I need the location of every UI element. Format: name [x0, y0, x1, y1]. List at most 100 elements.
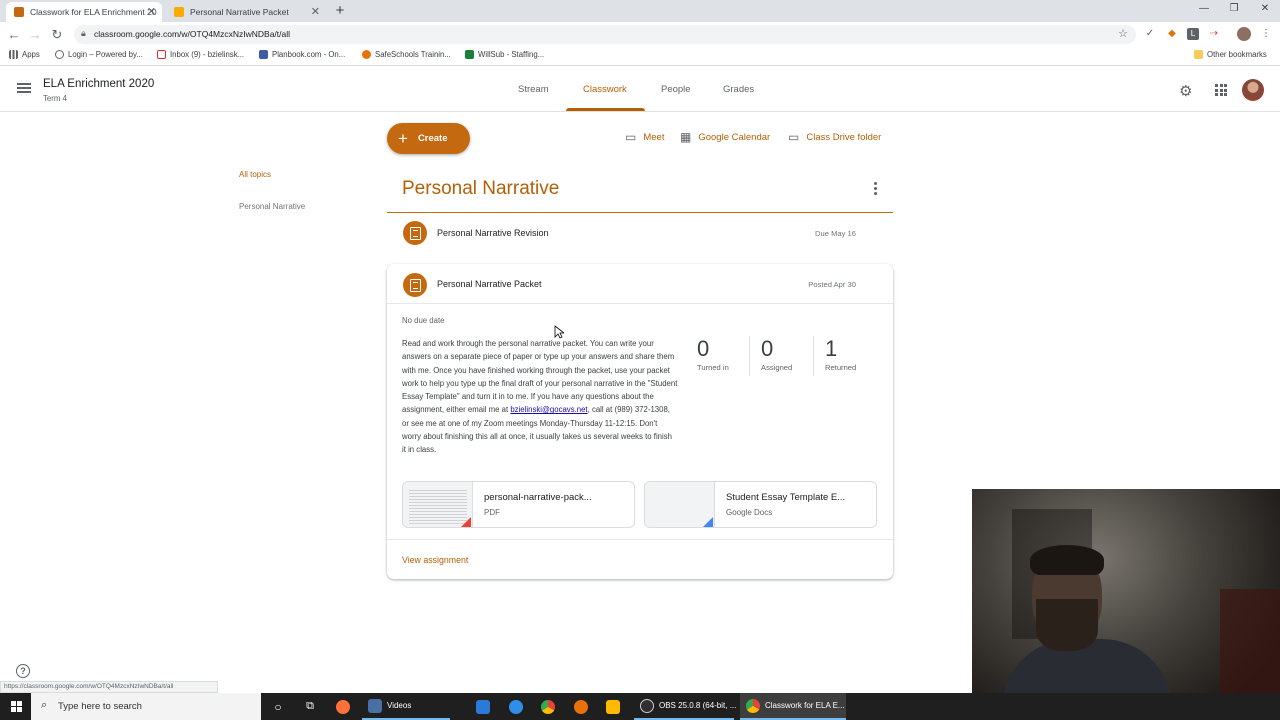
- topic-title: Personal Narrative: [402, 178, 560, 199]
- new-tab-button[interactable]: +: [332, 2, 348, 19]
- meet-label: Meet: [643, 131, 665, 143]
- windows-start-icon[interactable]: [11, 701, 22, 712]
- topic-personal-narrative[interactable]: Personal Narrative: [239, 202, 305, 211]
- bookmark-login[interactable]: Login – Powered by...: [55, 50, 143, 59]
- calendar-icon: ▦: [680, 130, 692, 144]
- address-bar[interactable]: 🔒︎ classroom.google.com/w/OTQ4MzcxNzIwND…: [74, 25, 1136, 44]
- bookmark-planbook[interactable]: Planbook.com - On...: [259, 50, 345, 59]
- profile-avatar-icon[interactable]: [1237, 27, 1251, 41]
- assignment-title-revision[interactable]: Personal Narrative Revision: [437, 228, 549, 238]
- close-window-icon[interactable]: ✕: [1255, 3, 1275, 14]
- stat-turned-in[interactable]: 0 Turned in: [697, 336, 757, 372]
- brave-icon[interactable]: [572, 693, 590, 720]
- apps-grid-icon: [9, 50, 18, 59]
- extension-check-icon[interactable]: ✓: [1144, 28, 1156, 40]
- description-text: Read and work through the personal narra…: [402, 339, 678, 415]
- classroom-favicon-icon: [14, 7, 24, 17]
- taskbar-search-box[interactable]: ⌕ Type here to search: [31, 693, 261, 720]
- topic-more-options-icon[interactable]: [870, 182, 880, 196]
- divider: [387, 303, 893, 304]
- bookmark-willsub[interactable]: WillSub - Staffing...: [465, 50, 544, 59]
- bookmark-apps[interactable]: Apps: [9, 50, 40, 59]
- google-apps-icon[interactable]: [1215, 84, 1227, 96]
- close-tab-icon[interactable]: ✕: [147, 5, 156, 18]
- close-tab-icon[interactable]: ✕: [311, 5, 320, 18]
- minimize-window-icon[interactable]: —: [1194, 3, 1214, 14]
- bookmark-label: WillSub - Staffing...: [478, 50, 545, 59]
- assignment-card-expanded: Personal Narrative Packet Posted Apr 30 …: [387, 264, 893, 579]
- tab-people[interactable]: People: [661, 84, 691, 95]
- tab-stream[interactable]: Stream: [518, 84, 549, 95]
- stat-label: Returned: [825, 363, 857, 373]
- tab-classwork[interactable]: Classwork: [583, 84, 627, 95]
- assignment-title-packet[interactable]: Personal Narrative Packet: [437, 279, 542, 289]
- google-calendar-link[interactable]: ▦ Google Calendar: [680, 130, 770, 144]
- plus-icon: +: [398, 129, 408, 148]
- main-menu-icon[interactable]: [17, 83, 31, 93]
- chrome-icon[interactable]: [539, 693, 557, 720]
- other-bookmarks[interactable]: Other bookmarks: [1194, 50, 1267, 59]
- restore-window-icon[interactable]: ❐: [1224, 3, 1244, 14]
- browser-tab-classwork[interactable]: Classwork for ELA Enrichment 20 ✕: [6, 2, 162, 22]
- bookmark-label: Inbox (9) - bzielinsk...: [170, 50, 245, 59]
- attachment-pdf[interactable]: personal-narrative-pack... PDF: [402, 481, 635, 528]
- bookmark-inbox[interactable]: Inbox (9) - bzielinsk...: [157, 50, 244, 59]
- extension-arrow-icon[interactable]: ⇢: [1208, 28, 1220, 40]
- bookmark-safeschools[interactable]: SafeSchools Trainin...: [362, 50, 451, 59]
- bookmark-star-icon[interactable]: ☆: [1118, 27, 1128, 40]
- active-tab-indicator: [566, 108, 645, 111]
- reload-icon[interactable]: ↻: [49, 27, 65, 43]
- obs-icon: [640, 698, 654, 713]
- mail-icon[interactable]: [474, 693, 492, 720]
- assignment-due-date: Due May 16: [815, 229, 856, 238]
- browser-tab-packet[interactable]: Personal Narrative Packet ✕: [166, 2, 326, 22]
- cortana-icon[interactable]: ○: [270, 693, 286, 720]
- assignment-posted-date: Posted Apr 30: [808, 280, 856, 289]
- tab-title: Classwork for ELA Enrichment 20: [30, 7, 157, 17]
- attachment-name: Student Essay Template E...: [726, 492, 846, 503]
- videos-folder-icon: [368, 698, 382, 713]
- teacher-email-link[interactable]: bzielinski@gocavs.net: [510, 405, 587, 414]
- gmail-icon: [157, 50, 166, 59]
- class-name[interactable]: ELA Enrichment 2020: [43, 78, 154, 90]
- webcam-overlay: [972, 489, 1280, 720]
- avatar[interactable]: [1242, 79, 1264, 101]
- bookmark-label: Planbook.com - On...: [272, 50, 346, 59]
- create-label: Create: [417, 133, 448, 144]
- calendar-label: Google Calendar: [698, 131, 771, 143]
- divider: [387, 539, 893, 540]
- browser-menu-icon[interactable]: ⋮: [1260, 28, 1272, 40]
- create-button[interactable]: + Create: [387, 123, 470, 154]
- forward-arrow-icon[interactable]: →: [27, 27, 43, 42]
- classroom-header: ELA Enrichment 2020 Term 4 Stream Classw…: [0, 67, 1280, 112]
- taskbar-item-obs[interactable]: OBS 25.0.8 (64-bit, ...: [634, 693, 736, 720]
- extension-bookmark-icon[interactable]: ◆: [1166, 28, 1178, 40]
- stat-label: Assigned: [761, 363, 793, 373]
- taskbar-item-chrome[interactable]: Classwork for ELA E...: [740, 693, 846, 720]
- globe-icon: [55, 50, 64, 59]
- view-assignment-link[interactable]: View assignment: [402, 555, 468, 565]
- task-view-icon[interactable]: ⧉: [302, 693, 318, 720]
- class-drive-folder-link[interactable]: ▭ Class Drive folder: [788, 130, 881, 144]
- attachment-type: Google Docs: [726, 508, 773, 517]
- stat-returned[interactable]: 1 Returned: [825, 336, 885, 373]
- bookmark-label: Login – Powered by...: [68, 50, 143, 59]
- class-term: Term 4: [43, 94, 67, 103]
- planbook-icon: [259, 50, 268, 59]
- topic-all-topics[interactable]: All topics: [239, 170, 271, 179]
- tab-grades[interactable]: Grades: [723, 84, 754, 95]
- store-icon[interactable]: [604, 693, 622, 720]
- extension-l-icon[interactable]: L: [1187, 28, 1199, 40]
- taskbar-item-videos[interactable]: Videos: [362, 693, 450, 720]
- back-arrow-icon[interactable]: ←: [6, 27, 22, 42]
- edge-icon[interactable]: [507, 693, 525, 720]
- meet-link[interactable]: ▭ Meet: [625, 130, 664, 144]
- divider: [749, 336, 750, 376]
- attachment-google-doc[interactable]: Student Essay Template E... Google Docs: [644, 481, 877, 528]
- firefox-icon[interactable]: [334, 693, 352, 720]
- gear-icon[interactable]: ⚙: [1179, 82, 1192, 100]
- stat-assigned[interactable]: 0 Assigned: [761, 336, 821, 373]
- classroom-favicon-icon: [174, 7, 184, 17]
- help-icon[interactable]: ?: [16, 664, 30, 678]
- google-docs-icon: [703, 517, 713, 527]
